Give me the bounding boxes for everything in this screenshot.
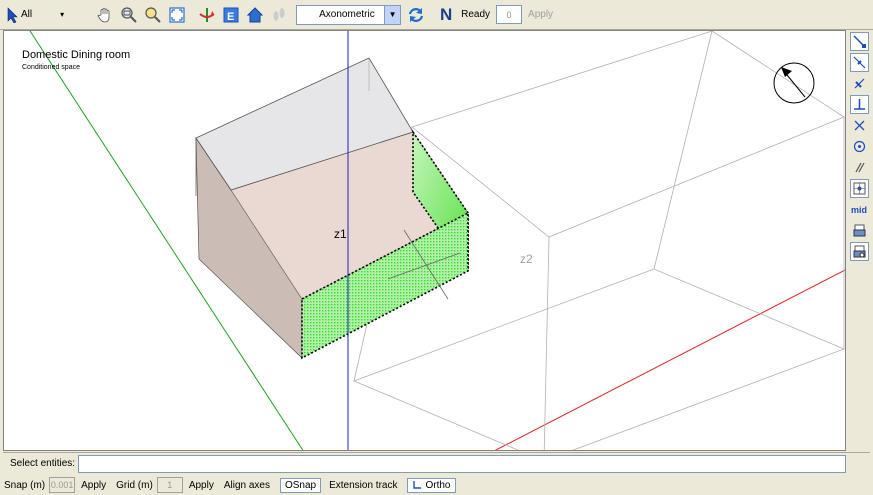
- command-bar: Select entities:: [3, 452, 870, 474]
- endpoint-snap-button[interactable]: [849, 32, 869, 51]
- ortho-label: Ortho: [425, 479, 451, 491]
- grid-value-field[interactable]: 1: [156, 477, 183, 493]
- zone-label-z1: z1: [334, 227, 347, 241]
- intersection-snap-icon: [854, 120, 864, 131]
- print-settings-button[interactable]: [849, 242, 869, 261]
- parallel-snap-button[interactable]: [850, 158, 869, 177]
- grid-apply-button[interactable]: Apply: [189, 480, 214, 491]
- center-snap-button[interactable]: [850, 137, 869, 156]
- model-scene[interactable]: [4, 31, 846, 451]
- apply-button[interactable]: Apply: [528, 9, 553, 20]
- zone-subtitle: Conditioned space: [22, 64, 80, 71]
- zoom-window-icon: [121, 6, 137, 23]
- grid-snap-button[interactable]: [849, 179, 869, 198]
- select-mode-dropdown[interactable]: All ▾: [6, 6, 65, 23]
- perpendicular-foot-icon: [853, 99, 865, 110]
- snap-apply-button[interactable]: Apply: [81, 480, 106, 491]
- endpoint-snap-icon: [852, 35, 866, 48]
- print-settings-icon: [853, 245, 865, 258]
- fit-view-icon: [169, 6, 185, 23]
- refresh-button[interactable]: [405, 4, 427, 26]
- osnap-toggle[interactable]: OSnap: [279, 477, 322, 493]
- zoom-window-button[interactable]: [118, 4, 140, 26]
- command-label: Select entities:: [10, 458, 76, 469]
- north-button[interactable]: N: [435, 4, 457, 26]
- svg-text:E: E: [227, 11, 234, 23]
- walkthrough-button[interactable]: [268, 4, 290, 26]
- footprints-icon: [273, 7, 285, 21]
- compass-icon[interactable]: [773, 62, 815, 104]
- align-axes-button[interactable]: Align axes: [224, 480, 270, 491]
- view-mode-value: Axonometric: [319, 9, 375, 20]
- select-mode-label: All: [21, 9, 33, 20]
- status-text: Ready: [461, 9, 491, 20]
- status-bar: Snap (m) 0.001 Apply Grid (m) 1 Apply Al…: [0, 475, 873, 495]
- print-button[interactable]: [850, 221, 869, 240]
- nearest-snap-icon: [853, 56, 865, 69]
- midpoint-snap-button[interactable]: mid: [850, 200, 869, 219]
- grid-snap-icon: [853, 182, 865, 195]
- chevron-down-icon: ▾: [60, 10, 65, 19]
- zone-label-z2: z2: [520, 252, 533, 266]
- house-icon: [246, 6, 264, 22]
- zone-title: Domestic Dining room: [22, 49, 131, 61]
- app-window: All ▾ E Axonometric ▼ N Ready 0 Apply Do…: [0, 0, 873, 495]
- grid-label: Grid (m): [116, 479, 153, 491]
- perpendicular-foot-button[interactable]: [849, 95, 869, 114]
- extension-track-toggle[interactable]: Extension track: [329, 480, 397, 491]
- nearest-snap-button[interactable]: [849, 53, 869, 72]
- count-field[interactable]: 0: [496, 5, 523, 24]
- model-viewport[interactable]: Domestic Dining room Conditioned space z…: [3, 30, 846, 451]
- rotate-view-button[interactable]: [196, 4, 218, 26]
- elevation-button[interactable]: E: [220, 4, 242, 26]
- intersection-snap-button[interactable]: [850, 116, 869, 135]
- midpoint-snap-icon: mid: [850, 204, 867, 215]
- select-arrow-icon: [7, 6, 18, 23]
- center-snap-icon: [853, 140, 865, 153]
- pan-hand-icon: [97, 7, 110, 22]
- elevation-icon: E: [223, 7, 239, 23]
- rotate-view-icon: [199, 7, 215, 22]
- refresh-icon: [409, 7, 424, 22]
- zoom-extents-button[interactable]: [142, 4, 164, 26]
- zone-z1-solid[interactable]: [195, 57, 469, 360]
- main-toolbar: All ▾ E Axonometric ▼ N Ready 0 Apply: [0, 0, 873, 30]
- fit-view-button[interactable]: [166, 4, 188, 26]
- perpendicular-snap-icon: [854, 78, 864, 89]
- pan-button[interactable]: [94, 4, 116, 26]
- print-icon: [853, 224, 865, 237]
- snap-value-field[interactable]: 0.001: [49, 477, 76, 493]
- north-icon: N: [440, 4, 453, 24]
- command-input[interactable]: [78, 454, 846, 473]
- snap-toolbar: mid: [848, 32, 870, 292]
- chevron-down-icon[interactable]: ▼: [384, 5, 401, 24]
- zoom-extents-icon: [145, 6, 161, 23]
- ortho-toggle[interactable]: Ortho: [407, 477, 456, 493]
- parallel-snap-icon: [854, 162, 865, 173]
- snap-label: Snap (m): [4, 479, 46, 491]
- perpendicular-snap-button[interactable]: [850, 74, 869, 93]
- building-button[interactable]: [244, 4, 266, 26]
- view-mode-select[interactable]: Axonometric ▼: [296, 4, 402, 25]
- ortho-icon: [413, 481, 422, 489]
